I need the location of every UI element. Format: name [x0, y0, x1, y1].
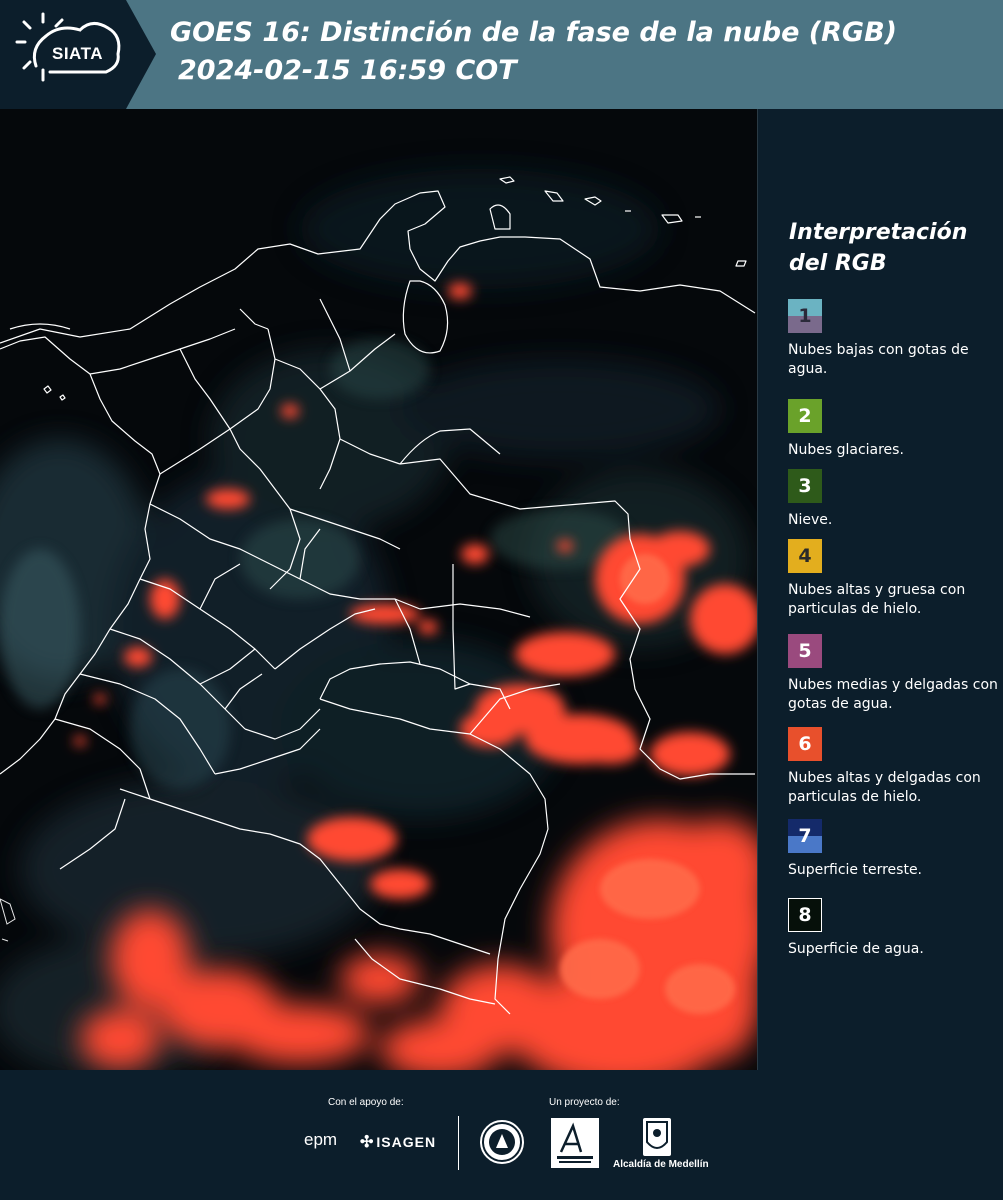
- legend-description: Superficie de agua.: [788, 941, 924, 957]
- legend-title: Interpretación del RGB: [789, 217, 989, 279]
- epm-logo: epm: [304, 1130, 338, 1149]
- alcaldia-shield-icon: [643, 1118, 671, 1156]
- legend-number: 3: [798, 475, 812, 497]
- header-bar: SIATA GOES 16: Distinción de la fase de …: [0, 0, 1003, 109]
- legend-description: Superficie terreste.: [788, 862, 923, 878]
- legend-description: Nubes medias y delgadas con gotas de agu…: [788, 677, 998, 712]
- isagen-mark-icon: ✣: [360, 1134, 375, 1151]
- legend-swatch-7: 7: [788, 819, 822, 853]
- legend-title-line1: Interpretación: [789, 220, 968, 245]
- legend-item-1: 1 Nubes bajas con gotas de agua.: [788, 299, 998, 379]
- page-title: GOES 16: Distinción de la fase de la nub…: [170, 14, 990, 90]
- legend-swatch-6: 6: [788, 727, 822, 761]
- legend-number: 4: [798, 545, 812, 567]
- area-metropolitana-logo: [551, 1118, 599, 1168]
- legend-swatch-5: 5: [788, 634, 822, 668]
- isagen-logo: ✣ ISAGEN: [360, 1132, 436, 1152]
- legend-swatch-4: 4: [788, 539, 822, 573]
- isagen-label: ISAGEN: [376, 1134, 437, 1150]
- legend-panel: Interpretación del RGB 1 Nubes bajas con …: [770, 109, 1000, 1070]
- title-product: GOES 16: Distinción de la fase de la nub…: [170, 17, 897, 48]
- legend-number: 6: [798, 733, 812, 755]
- legend-description: Nubes altas y gruesa con particulas de h…: [788, 582, 966, 617]
- footer-divider: [458, 1116, 459, 1170]
- medellin-seal-icon: [478, 1118, 526, 1166]
- legend-item-2: 2 Nubes glaciares.: [788, 399, 998, 460]
- footer: Con el apoyo de: Un proyecto de: epm ✣ IS…: [0, 1070, 1003, 1200]
- title-timestamp: 2024-02-15 16:59 COT: [178, 55, 517, 86]
- legend-swatch-3: 3: [788, 469, 822, 503]
- legend-number: 8: [798, 904, 812, 926]
- legend-description: Nubes altas y delgadas con particulas de…: [788, 770, 981, 805]
- satellite-map: [0, 109, 758, 1070]
- legend-item-3: 3 Nieve.: [788, 469, 998, 530]
- legend-swatch-2: 2: [788, 399, 822, 433]
- legend-number: 2: [798, 405, 812, 427]
- legend-item-8: 8 Superficie de agua.: [788, 898, 998, 959]
- alcaldia-label: Alcaldía de Medellín: [613, 1159, 709, 1170]
- legend-swatch-1: 1: [788, 299, 822, 333]
- legend-item-4: 4 Nubes altas y gruesa con particulas de …: [788, 539, 998, 619]
- legend-description: Nubes bajas con gotas de agua.: [788, 342, 969, 377]
- legend-item-7: 7 Superficie terreste.: [788, 819, 998, 880]
- legend-number: 1: [798, 305, 812, 327]
- legend-description: Nieve.: [788, 512, 833, 528]
- legend-number: 7: [798, 825, 812, 847]
- legend-item-6: 6 Nubes altas y delgadas con particulas d…: [788, 727, 998, 807]
- legend-description: Nubes glaciares.: [788, 442, 904, 458]
- legend-title-line2: del RGB: [789, 251, 887, 276]
- legend-number: 5: [798, 640, 812, 662]
- support-label: Con el apoyo de:: [328, 1097, 404, 1108]
- siata-logo: SIATA: [0, 0, 156, 109]
- project-label: Un proyecto de:: [549, 1097, 620, 1108]
- siata-logo-text: SIATA: [52, 44, 103, 63]
- legend-swatch-8: 8: [788, 898, 822, 932]
- legend-item-5: 5 Nubes medias y delgadas con gotas de ag…: [788, 634, 998, 714]
